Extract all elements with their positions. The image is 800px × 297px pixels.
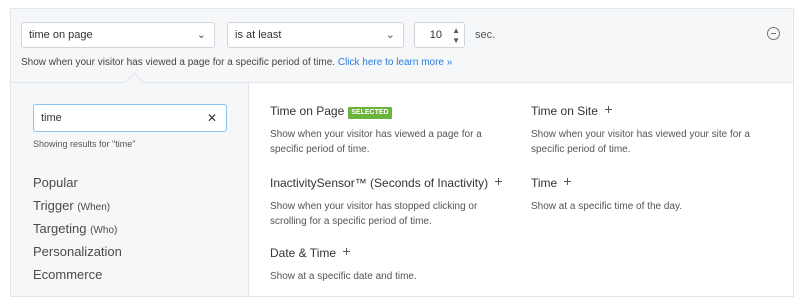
selected-badge: SELECTED [348, 107, 392, 119]
add-icon[interactable] [341, 246, 353, 258]
search-value: time [41, 112, 62, 124]
help-description: Show when your visitor has viewed a page… [21, 57, 336, 68]
category-list: Popular Trigger (When) Targeting (Who) P… [33, 175, 122, 290]
option-date-and-time[interactable]: Date & Time Show at a specific date and … [270, 246, 500, 284]
add-icon[interactable] [493, 176, 505, 188]
condition-select[interactable]: time on page ⌄ [21, 22, 215, 48]
option-description: Show at a specific date and time. [270, 271, 417, 282]
condition-dropdown: time ✕ Showing results for "time" Popula… [10, 82, 794, 297]
option-title: Date & Time [270, 246, 337, 260]
option-description: Show at a specific time of the day. [531, 201, 683, 212]
condition-select-value: time on page [29, 29, 93, 41]
option-title: Time on Site [531, 104, 598, 118]
clear-icon[interactable]: ✕ [207, 105, 217, 131]
option-title: Time [531, 176, 558, 190]
option-description: Show when your visitor has stopped click… [270, 201, 478, 227]
operator-select[interactable]: is at least ⌄ [227, 22, 404, 48]
amount-stepper[interactable]: 10 ▲ ▼ [414, 22, 465, 48]
amount-unit: sec. [475, 29, 496, 41]
option-description: Show when your visitor has viewed your s… [531, 129, 750, 155]
category-item[interactable]: Targeting (Who) [33, 221, 122, 244]
search-results-note: Showing results for "time" [33, 139, 136, 149]
option-time-on-site[interactable]: Time on Site Show when your visitor has … [531, 104, 761, 157]
add-icon[interactable] [562, 176, 574, 188]
search-input[interactable]: time ✕ [33, 104, 227, 132]
rule-help-text: Show when your visitor has viewed a page… [21, 57, 452, 68]
amount-value: 10 [429, 29, 442, 41]
category-item[interactable]: Popular [33, 175, 122, 198]
operator-select-value: is at least [235, 29, 282, 41]
chevron-down-icon: ⌄ [196, 29, 206, 41]
add-icon[interactable] [603, 104, 615, 116]
category-item[interactable]: Personalization [33, 244, 122, 267]
option-description: Show when your visitor has viewed a page… [270, 129, 482, 155]
category-item[interactable]: Trigger (When) [33, 198, 122, 221]
remove-rule-icon[interactable] [767, 27, 780, 40]
option-inactivity-sensor[interactable]: InactivitySensor™ (Seconds of Inactivity… [270, 176, 505, 229]
increment-icon[interactable]: ▲ [452, 27, 460, 35]
chevron-down-icon: ⌄ [385, 29, 395, 41]
learn-more-link[interactable]: Click here to learn more » [338, 57, 453, 68]
option-title: InactivitySensor™ (Seconds of Inactivity… [270, 176, 489, 190]
option-time[interactable]: Time Show at a specific time of the day. [531, 176, 761, 214]
dropdown-sidebar: time ✕ Showing results for "time" Popula… [11, 83, 249, 296]
decrement-icon[interactable]: ▼ [452, 37, 460, 45]
option-title: Time on Page [270, 104, 345, 118]
category-item[interactable]: Ecommerce [33, 267, 122, 290]
rule-row-panel: time on page ⌄ is at least ⌄ 10 ▲ ▼ sec.… [10, 8, 794, 82]
option-time-on-page[interactable]: Time on Page SELECTED Show when your visi… [270, 104, 500, 157]
